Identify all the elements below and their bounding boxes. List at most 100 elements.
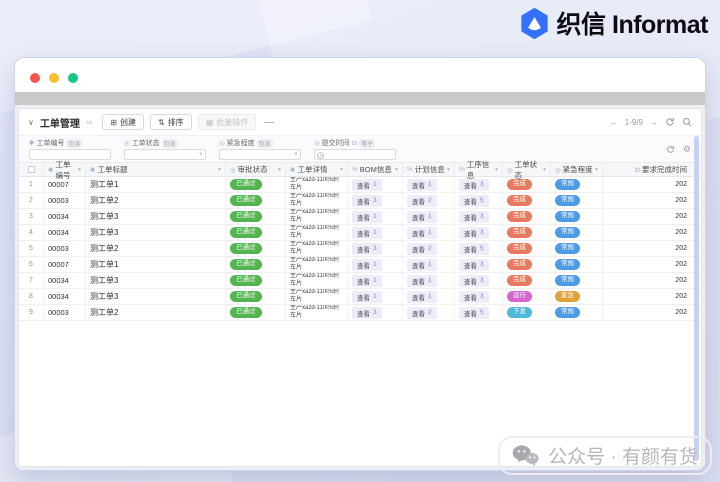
- watermark: 公众号 · 有颜有货: [498, 436, 712, 475]
- create-button[interactable]: ⊞ 创建: [102, 114, 144, 130]
- column-header-bom[interactable]: % BOM信息 ▾: [348, 163, 403, 176]
- view-plan-button[interactable]: 查看 1: [407, 290, 437, 303]
- order-detail-text: 生产xazd-11005刹车片: [290, 305, 339, 319]
- view-bom-button[interactable]: 查看 1: [352, 226, 382, 239]
- cell-order-title: 测工单2: [86, 241, 226, 256]
- view-plan-button[interactable]: 查看 1: [407, 226, 437, 239]
- view-bom-button[interactable]: 查看 1: [352, 178, 382, 191]
- share-link-icon[interactable]: ∞: [86, 117, 92, 127]
- column-menu-caret-icon[interactable]: ▾: [278, 166, 281, 173]
- table-row: 5 00003 测工单2 已通过 生产xazd-11005刹车片 查看 3 查看 2 查看 5 完成常…: [19, 241, 701, 257]
- close-button[interactable]: [30, 73, 40, 83]
- urgency-input[interactable]: ∨: [219, 149, 301, 160]
- view-bom-button[interactable]: 查看 1: [352, 274, 382, 287]
- column-menu-caret-icon[interactable]: ▾: [595, 166, 598, 173]
- refresh-icon[interactable]: [665, 117, 675, 127]
- column-menu-caret-icon[interactable]: ▾: [218, 166, 221, 173]
- view-process-button[interactable]: 查看 5: [459, 242, 489, 255]
- table-row: 9 00003 测工单2 已通过 生产xazd-11005刹车片 查看 3 查看 2 查看 5 下发常…: [19, 305, 701, 321]
- column-label: BOM信息: [359, 165, 392, 174]
- column-header-title[interactable]: ✱ 工单标题 ▾: [86, 163, 226, 176]
- vertical-scrollbar[interactable]: [694, 136, 699, 461]
- select-field-icon: ◎: [219, 140, 225, 147]
- cell-process: 查看 3: [455, 289, 503, 304]
- date-field-icon: ⊟: [634, 166, 640, 174]
- view-process-button[interactable]: 查看 3: [459, 274, 489, 287]
- next-page-icon[interactable]: →: [650, 118, 658, 127]
- column-header-due[interactable]: ⊟ 要求完成时间: [603, 163, 701, 176]
- prev-page-icon[interactable]: ←: [610, 118, 618, 127]
- collapse-icon[interactable]: ∨: [28, 118, 34, 127]
- cell-order-detail: 生产xazd-11005刹车片: [286, 273, 348, 288]
- cell-process: 查看 3: [455, 225, 503, 240]
- view-process-button[interactable]: 查看 3: [459, 210, 489, 223]
- order-status-badge: 完成: [507, 211, 532, 222]
- view-label: 查看: [464, 310, 477, 318]
- order-status-input[interactable]: ∨: [124, 149, 206, 160]
- search-icon[interactable]: [682, 117, 692, 127]
- column-menu-caret-icon[interactable]: ▾: [495, 166, 498, 173]
- view-process-button[interactable]: 查看 3: [459, 258, 489, 271]
- view-bom-button[interactable]: 查看 3: [352, 242, 382, 255]
- approval-status-badge: 已通过: [230, 211, 262, 222]
- cell-process: 查看 3: [455, 209, 503, 224]
- order-status-badge: 运行: [507, 291, 532, 302]
- view-bom-button[interactable]: 查看 1: [352, 210, 382, 223]
- cell-order-status: 完成: [503, 193, 551, 208]
- batch-actions-button[interactable]: ▦ 批量操作: [197, 114, 257, 130]
- submit-time-input[interactable]: [314, 149, 396, 160]
- column-header-urgency[interactable]: ◎ 紧急程度 ▾: [551, 163, 603, 176]
- column-menu-caret-icon[interactable]: ▾: [543, 166, 546, 173]
- view-plan-button[interactable]: 查看 1: [407, 178, 437, 191]
- cell-urgency: 常规: [551, 273, 603, 288]
- view-process-button[interactable]: 查看 3: [459, 290, 489, 303]
- view-plan-button[interactable]: 查看 1: [407, 210, 437, 223]
- view-bom-button[interactable]: 查看 1: [352, 290, 382, 303]
- view-bom-button[interactable]: 查看 3: [352, 194, 382, 207]
- view-plan-button[interactable]: 查看 2: [407, 306, 437, 319]
- column-header-code[interactable]: ✱ 工单编号 ▾: [44, 160, 86, 180]
- cell-process: 查看 3: [455, 273, 503, 288]
- column-menu-caret-icon[interactable]: ▾: [340, 166, 343, 173]
- view-process-button[interactable]: 查看 5: [459, 306, 489, 319]
- select-all-checkbox[interactable]: [27, 166, 35, 173]
- view-bom-button[interactable]: 查看 3: [352, 306, 382, 319]
- maximize-button[interactable]: [68, 73, 78, 83]
- cell-order-code: 00003: [44, 305, 86, 320]
- cell-order-status: 完成: [503, 241, 551, 256]
- view-process-button[interactable]: 查看 5: [459, 194, 489, 207]
- view-plan-button[interactable]: 查看 1: [407, 258, 437, 271]
- column-menu-caret-icon[interactable]: ▾: [395, 166, 398, 173]
- order-status-badge: 完成: [507, 243, 532, 254]
- view-plan-button[interactable]: 查看 2: [407, 194, 437, 207]
- view-count: 3: [373, 245, 377, 252]
- order-detail-text: 生产xazd-11005刹车片: [290, 225, 339, 239]
- row-number: 8: [19, 289, 44, 304]
- view-process-button[interactable]: 查看 3: [459, 226, 489, 239]
- gear-icon[interactable]: ⚙: [683, 144, 691, 155]
- column-menu-caret-icon[interactable]: ▾: [78, 166, 81, 173]
- order-no-input[interactable]: [29, 149, 111, 160]
- view-process-button[interactable]: 查看 3: [459, 178, 489, 191]
- sort-button[interactable]: ⇅ 排序: [149, 114, 192, 130]
- refresh-icon[interactable]: [666, 145, 675, 154]
- create-button-label: 创建: [119, 117, 136, 127]
- view-plan-button[interactable]: 查看 1: [407, 274, 437, 287]
- column-header-detail[interactable]: ✱ 工单详情 ▾: [286, 163, 348, 176]
- filter-bar-icons: ⚙: [666, 144, 691, 155]
- column-header-plan[interactable]: % 计划信息 ▾: [403, 163, 455, 176]
- minimize-button[interactable]: [49, 73, 59, 83]
- column-header-status[interactable]: ◎ 工单状态 ▾: [503, 160, 551, 180]
- approval-status-badge: 已通过: [230, 243, 262, 254]
- column-header-approval[interactable]: ◎ 审批状态 ▾: [226, 163, 286, 176]
- view-plan-button[interactable]: 查看 2: [407, 242, 437, 255]
- batch-button-label: 批量操作: [216, 117, 249, 127]
- column-header-select[interactable]: [19, 163, 44, 176]
- view-bom-button[interactable]: 查看 1: [352, 258, 382, 271]
- column-header-process[interactable]: % 工序信息 ▾: [455, 160, 503, 180]
- cell-bom: 查看 1: [348, 257, 403, 272]
- row-number: 7: [19, 273, 44, 288]
- column-menu-caret-icon[interactable]: ▾: [447, 166, 450, 173]
- approval-status-badge: 已通过: [230, 307, 262, 318]
- more-icon[interactable]: —: [264, 117, 274, 128]
